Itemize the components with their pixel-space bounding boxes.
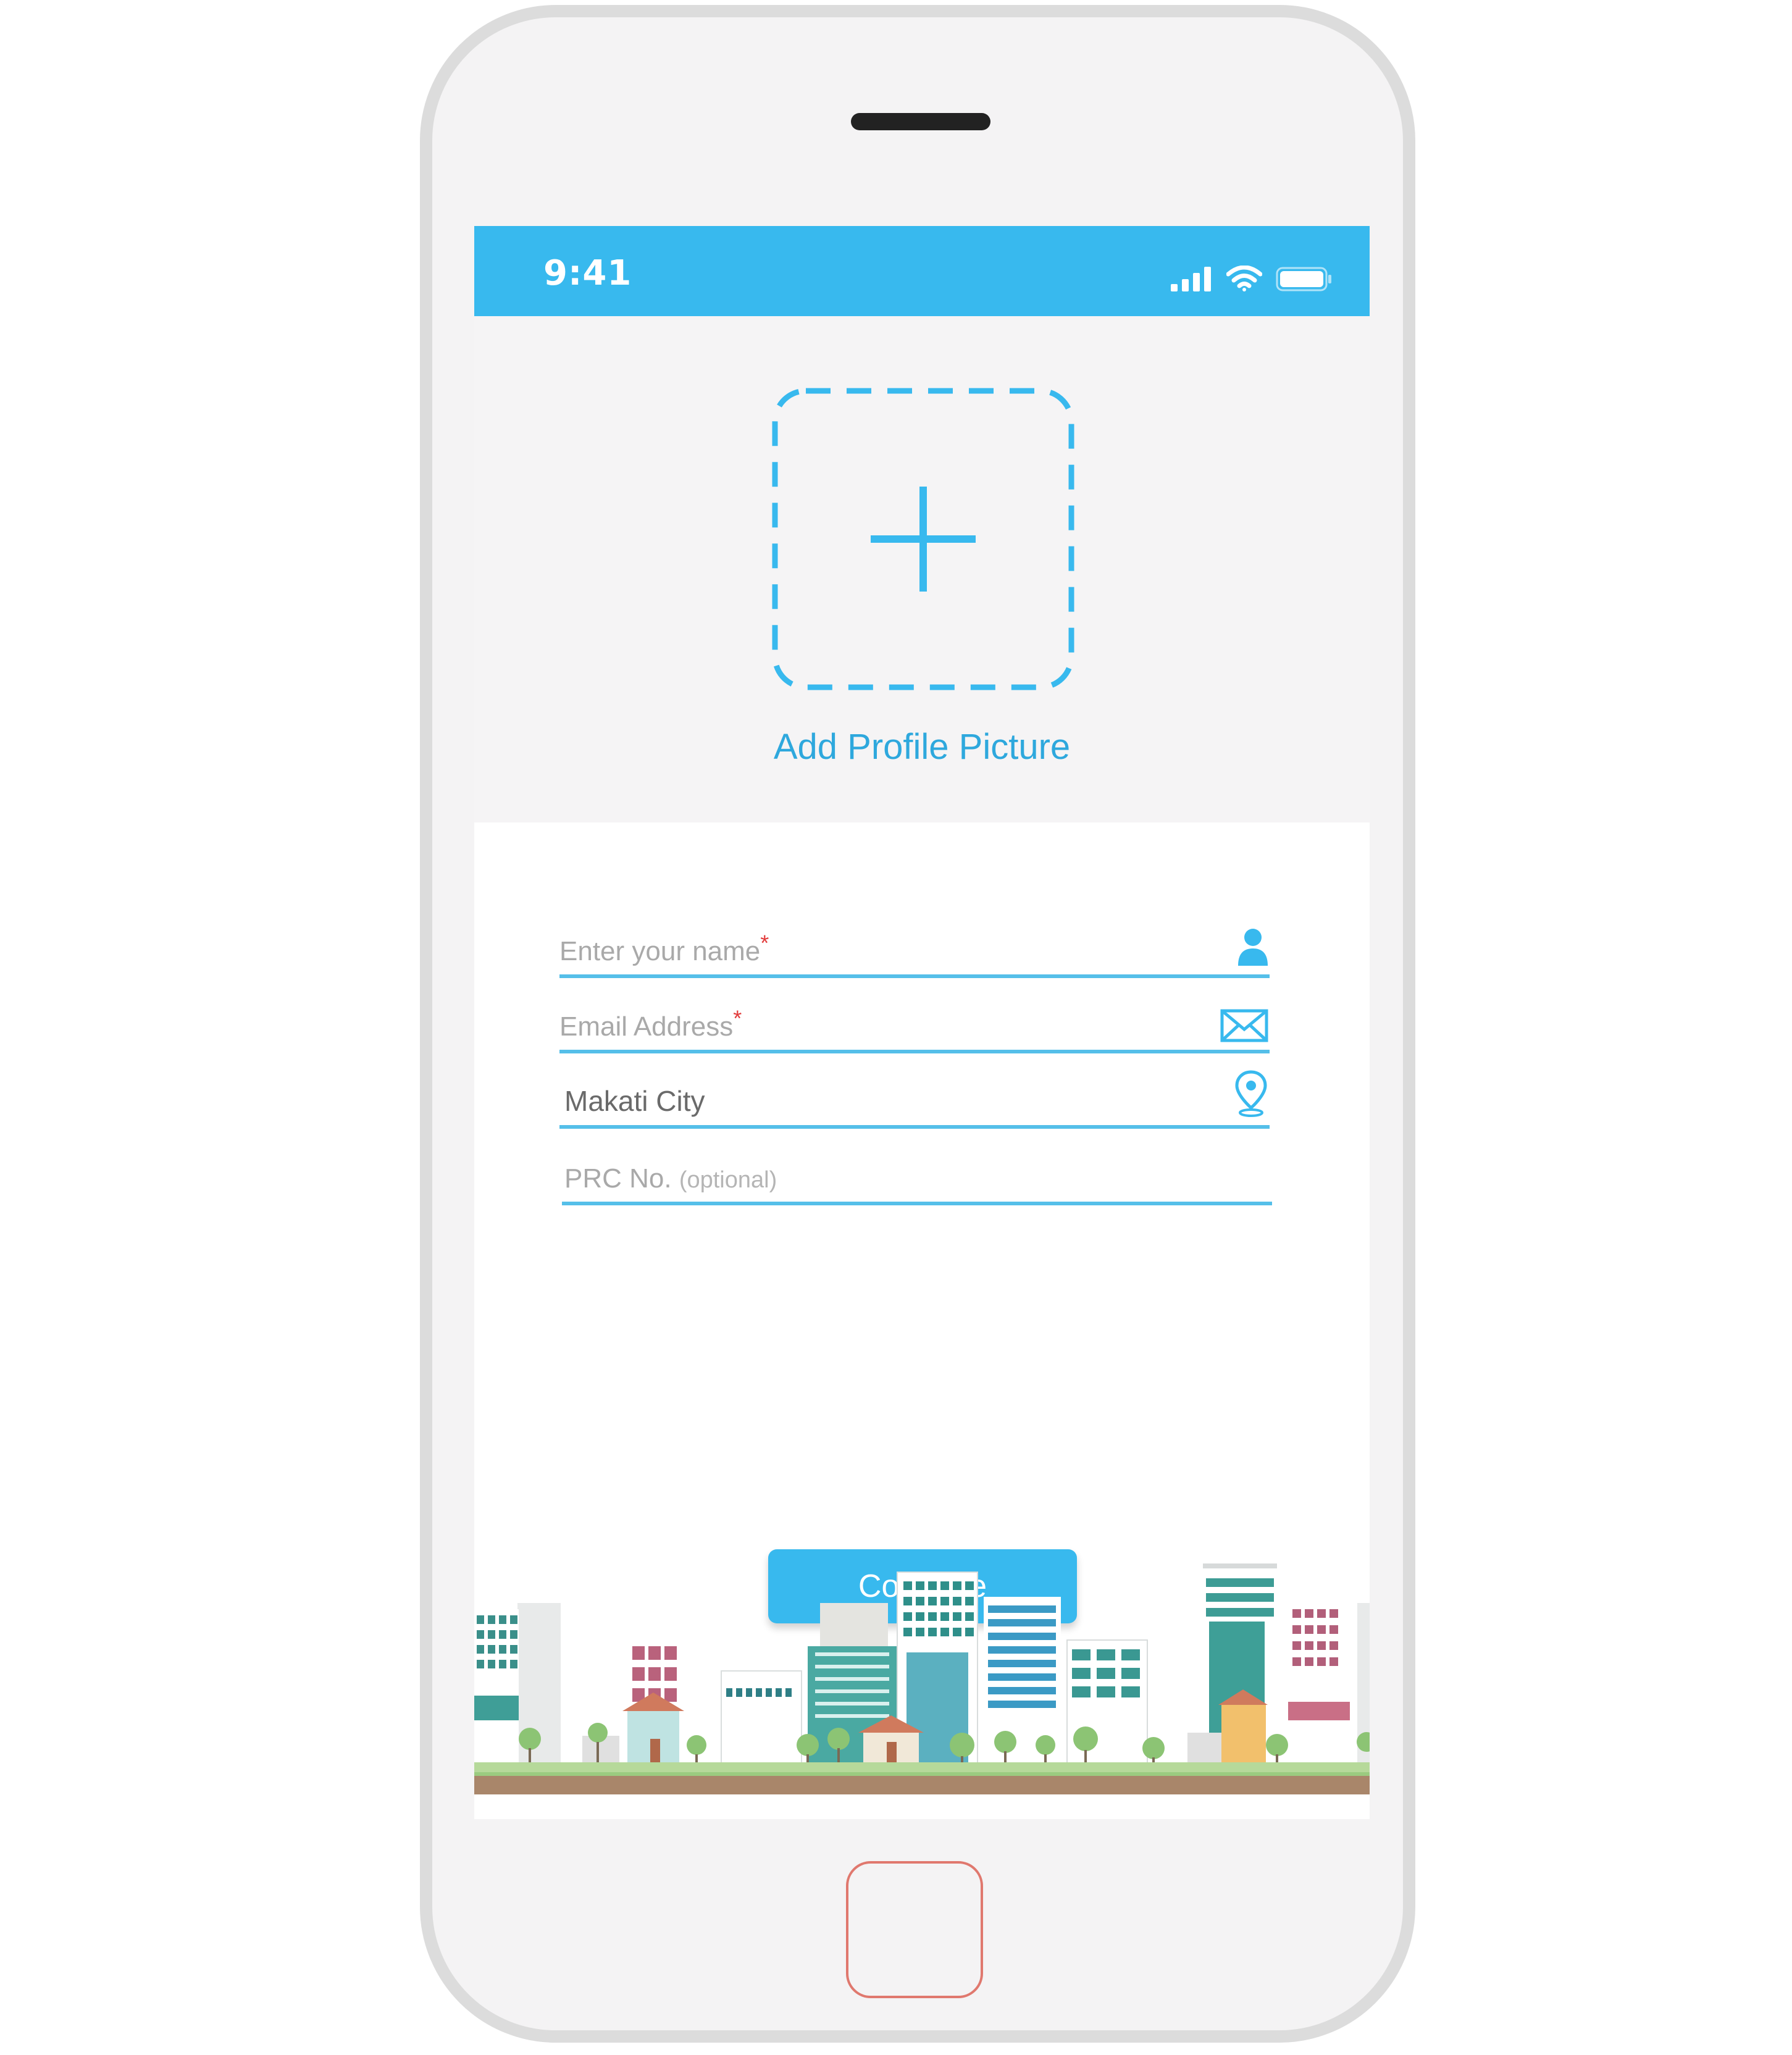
name-placeholder: Enter your name* [559,930,769,966]
city-value: Makati City [564,1085,705,1117]
wifi-icon [1226,266,1262,291]
user-icon [1238,929,1268,966]
battery-icon [1276,267,1331,291]
status-bar: 9:41 [474,226,1370,316]
phone-speaker [851,113,990,130]
plus-icon [871,487,976,592]
app-screen: 9:41 Add Profile Picture Enter your name… [474,226,1370,1819]
prc-field[interactable]: PRC No. (optional) [562,1137,1272,1205]
add-profile-picture-button[interactable] [772,388,1074,690]
city-field[interactable]: Makati City [559,1061,1270,1129]
location-pin-icon [1235,1070,1267,1117]
email-placeholder: Email Address* [559,1005,742,1042]
mail-icon [1220,1009,1268,1042]
signal-icon [1171,267,1211,291]
optional-note: (optional) [679,1167,777,1193]
city-skyline-illustration [474,1560,1370,1819]
home-button[interactable] [846,1861,983,1998]
email-field[interactable]: Email Address* [559,986,1270,1053]
prc-placeholder: PRC No. (optional) [564,1163,777,1194]
required-mark: * [760,930,769,956]
add-profile-picture-label[interactable]: Add Profile Picture [474,726,1370,768]
status-time: 9:41 [543,253,632,293]
required-mark: * [733,1005,742,1031]
name-field[interactable]: Enter your name* [559,910,1270,978]
status-icons [1171,261,1333,291]
